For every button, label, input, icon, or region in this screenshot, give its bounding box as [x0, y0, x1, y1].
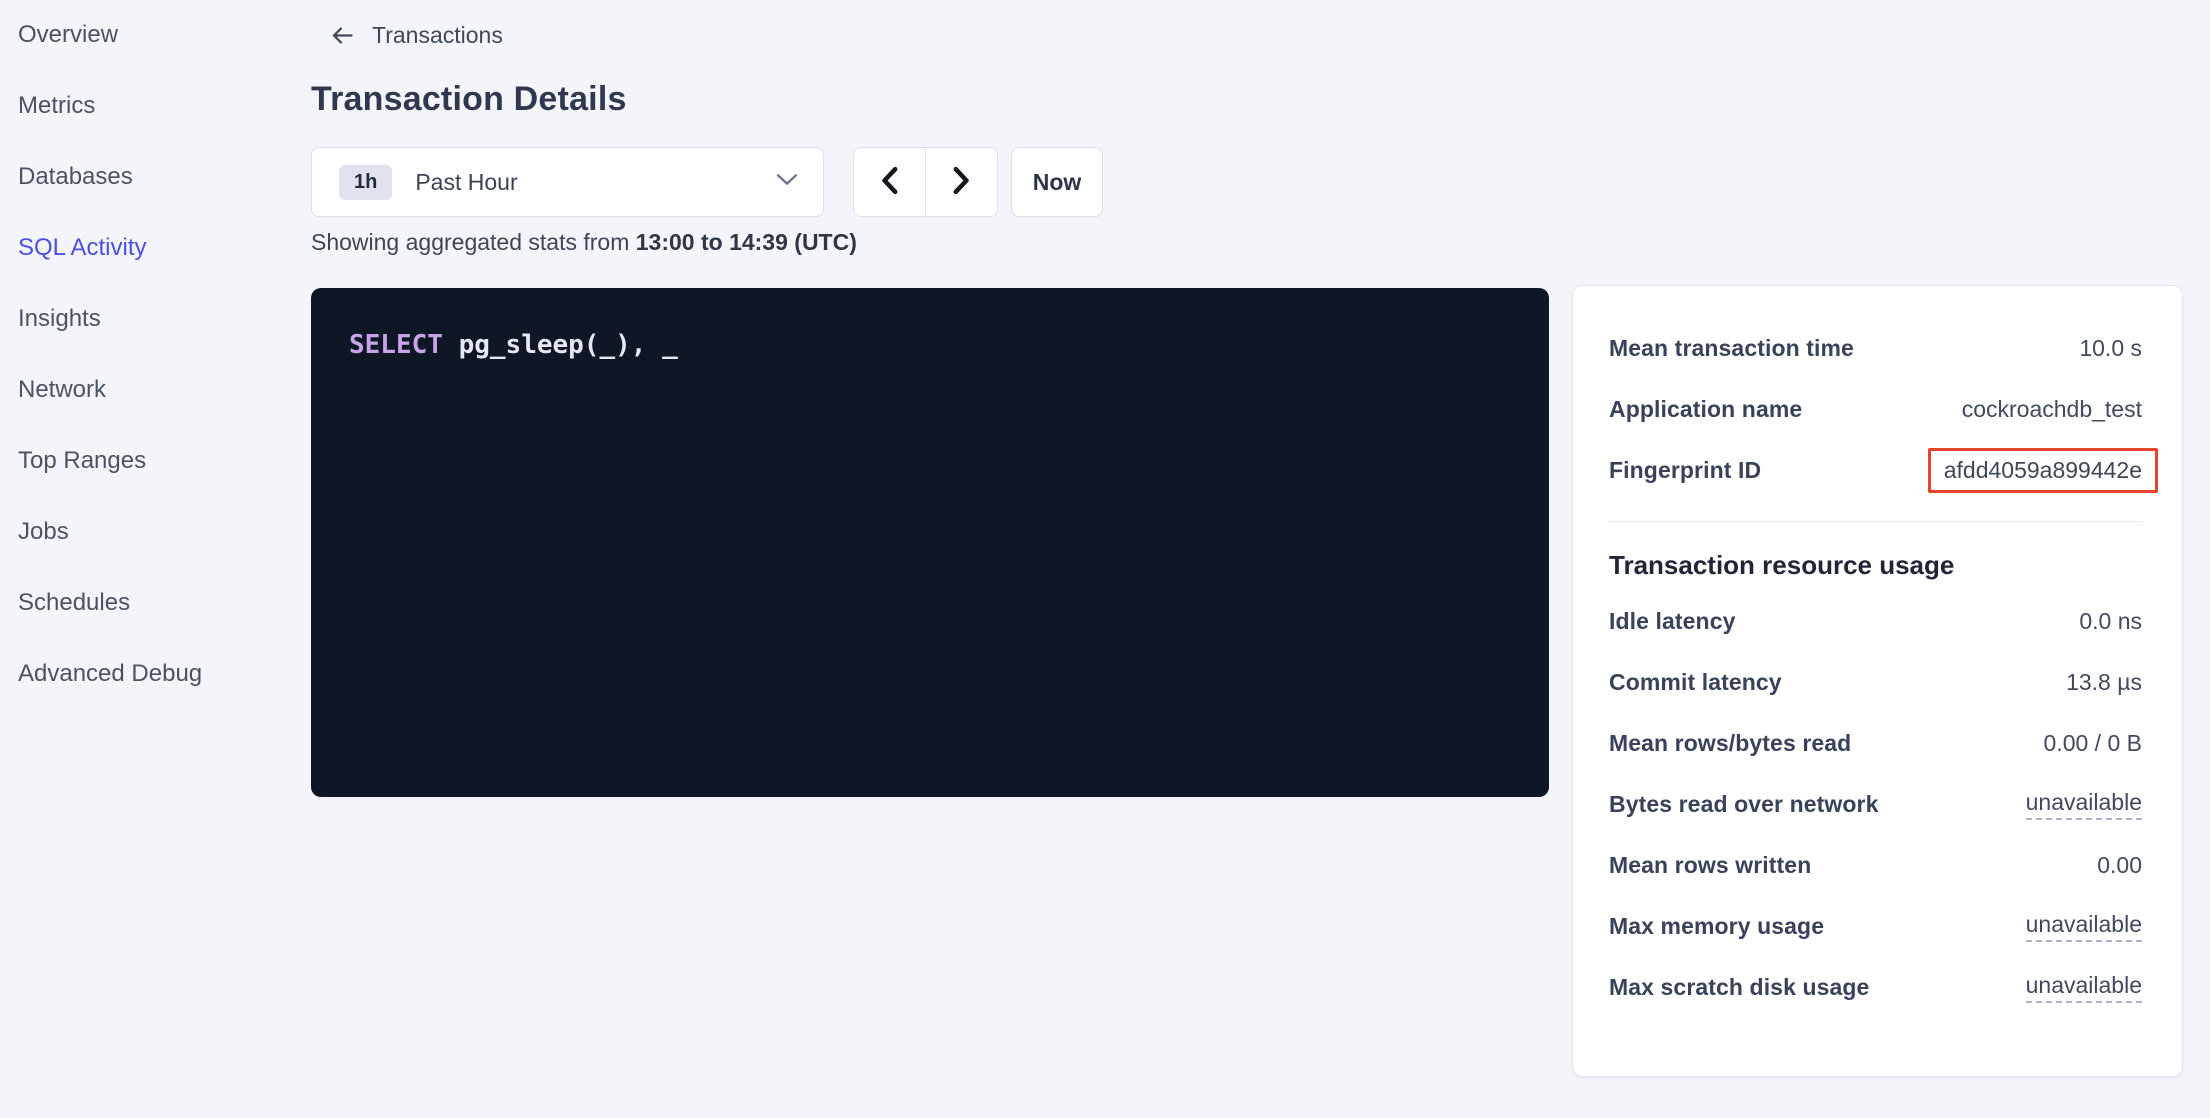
sidebar-item-advanced-debug[interactable]: Advanced Debug: [0, 639, 300, 711]
sidebar-item-sql-activity[interactable]: SQL Activity: [0, 213, 300, 285]
row-label: Idle latency: [1609, 608, 1735, 635]
row-label: Application name: [1609, 396, 1802, 423]
sidebar-item-databases[interactable]: Databases: [0, 142, 300, 214]
sql-statement: SELECT pg_sleep(_), _: [349, 330, 678, 360]
row-mean-transaction-time: Mean transaction time 10.0 s: [1609, 318, 2142, 379]
time-range-controls: 1h Past Hour Now: [311, 147, 1103, 217]
fingerprint-id-value-highlighted: afdd4059a899442e: [1928, 448, 2158, 493]
row-label: Fingerprint ID: [1609, 457, 1761, 484]
row-label: Mean rows/bytes read: [1609, 730, 1851, 757]
row-mean-rows-bytes-read: Mean rows/bytes read 0.00 / 0 B: [1609, 713, 2142, 774]
stats-range: 13:00 to 14:39 (UTC): [636, 229, 857, 255]
interval-badge: 1h: [339, 165, 392, 200]
row-value: cockroachdb_test: [1962, 396, 2142, 423]
interval-label: Past Hour: [415, 169, 517, 196]
row-value: 13.8 µs: [2066, 669, 2142, 696]
sql-keyword: SELECT: [349, 330, 443, 360]
next-range-button[interactable]: [926, 148, 998, 216]
row-label: Max memory usage: [1609, 913, 1824, 940]
sidebar-item-insights[interactable]: Insights: [0, 284, 300, 356]
stats-prefix: Showing aggregated stats from: [311, 229, 636, 255]
sidebar-item-metrics[interactable]: Metrics: [0, 71, 300, 143]
transaction-details-card: Mean transaction time 10.0 s Application…: [1572, 285, 2183, 1077]
row-label: Mean transaction time: [1609, 335, 1854, 362]
breadcrumb-label: Transactions: [372, 22, 503, 49]
row-idle-latency: Idle latency 0.0 ns: [1609, 591, 2142, 652]
chevron-down-icon: [776, 173, 798, 191]
now-button[interactable]: Now: [1011, 147, 1103, 217]
previous-range-button[interactable]: [854, 148, 926, 216]
row-fingerprint-id: Fingerprint ID afdd4059a899442e: [1609, 440, 2142, 501]
card-divider: [1609, 521, 2142, 522]
row-label: Bytes read over network: [1609, 791, 1878, 818]
range-arrow-group: [853, 147, 998, 217]
row-bytes-read-over-network: Bytes read over network unavailable: [1609, 774, 2142, 835]
row-label: Max scratch disk usage: [1609, 974, 1869, 1001]
row-value: 0.00: [2097, 852, 2142, 879]
row-commit-latency: Commit latency 13.8 µs: [1609, 652, 2142, 713]
row-value: 10.0 s: [2079, 335, 2142, 362]
row-label: Mean rows written: [1609, 852, 1811, 879]
arrow-left-icon: [329, 22, 356, 49]
row-max-memory-usage: Max memory usage unavailable: [1609, 896, 2142, 957]
sql-statement-box: SELECT pg_sleep(_), _: [311, 288, 1549, 797]
sidebar: Overview Metrics Databases SQL Activity …: [0, 0, 300, 1118]
sidebar-item-jobs[interactable]: Jobs: [0, 497, 300, 569]
row-max-scratch-disk-usage: Max scratch disk usage unavailable: [1609, 957, 2142, 1018]
row-mean-rows-written: Mean rows written 0.00: [1609, 835, 2142, 896]
row-value: 0.00 / 0 B: [2044, 730, 2142, 757]
chevron-left-icon: [881, 166, 898, 198]
row-application-name: Application name cockroachdb_test: [1609, 379, 2142, 440]
page-title: Transaction Details: [311, 80, 627, 119]
resource-usage-heading: Transaction resource usage: [1609, 550, 2142, 581]
unavailable-tooltip-value[interactable]: unavailable: [2026, 789, 2142, 820]
row-label: Commit latency: [1609, 669, 1782, 696]
aggregated-stats-text: Showing aggregated stats from 13:00 to 1…: [311, 229, 857, 256]
breadcrumb-back-transactions[interactable]: Transactions: [329, 22, 503, 49]
row-value: 0.0 ns: [2079, 608, 2142, 635]
sidebar-item-network[interactable]: Network: [0, 355, 300, 427]
time-range-dropdown[interactable]: 1h Past Hour: [311, 147, 824, 217]
sql-body: pg_sleep(_), _: [443, 330, 678, 360]
sidebar-item-overview[interactable]: Overview: [0, 0, 300, 71]
unavailable-tooltip-value[interactable]: unavailable: [2026, 911, 2142, 942]
chevron-right-icon: [953, 166, 970, 198]
sidebar-item-top-ranges[interactable]: Top Ranges: [0, 426, 300, 498]
sidebar-item-schedules[interactable]: Schedules: [0, 568, 300, 640]
unavailable-tooltip-value[interactable]: unavailable: [2026, 972, 2142, 1003]
